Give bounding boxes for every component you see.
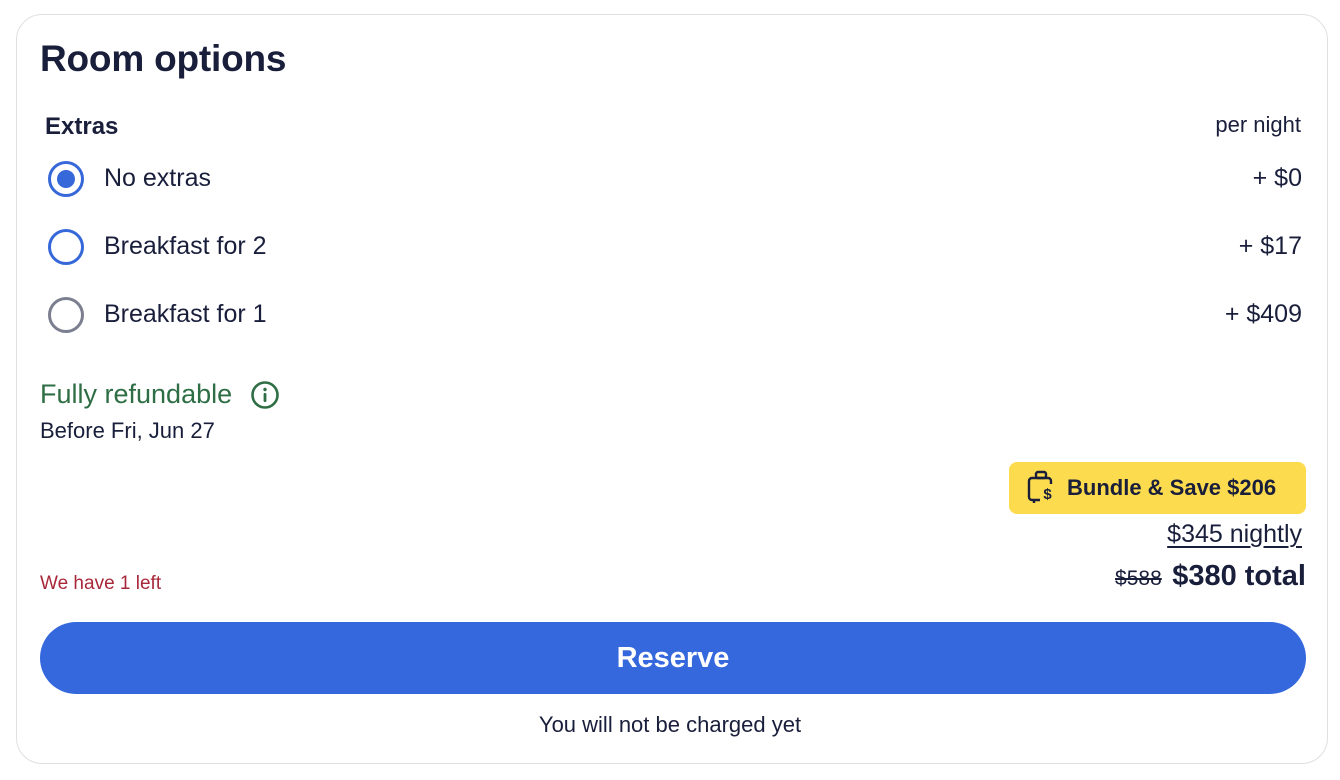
extras-option-breakfast-for-2[interactable]: Breakfast for 2 + $17 (46, 228, 1302, 272)
refund-deadline: Before Fri, Jun 27 (40, 418, 215, 443)
extras-option-breakfast-for-1[interactable]: Breakfast for 1 + $409 (46, 296, 1302, 340)
reserve-button[interactable]: Reserve (40, 622, 1306, 694)
total-price: $380 total (1172, 560, 1306, 592)
radio-button-checked[interactable] (48, 161, 84, 197)
radio-button[interactable] (48, 297, 84, 333)
extras-option-label: Breakfast for 2 (104, 232, 267, 260)
bag-dollar-icon: $ (1027, 470, 1057, 504)
bundle-save-badge: $ Bundle & Save $206 (1009, 462, 1306, 514)
refund-status: Fully refundable (40, 378, 280, 412)
info-icon[interactable] (250, 380, 280, 410)
nightly-price-link[interactable]: $345 nightly (1167, 520, 1302, 549)
svg-text:$: $ (1043, 486, 1052, 503)
total-price-row: $588 $380 total (1115, 560, 1306, 593)
extras-option-price: + $409 (1224, 300, 1302, 328)
extras-heading: Extras (45, 113, 119, 140)
extras-option-price: + $0 (1252, 164, 1302, 192)
rooms-left-alert: We have 1 left (40, 573, 162, 594)
refund-status-label: Fully refundable (40, 379, 233, 410)
bundle-save-label: Bundle & Save $206 (1067, 475, 1277, 500)
extras-option-label: Breakfast for 1 (104, 300, 267, 328)
page-title: Room options (40, 38, 287, 79)
extras-option-price: + $17 (1238, 232, 1302, 260)
price-unit-label: per night (1215, 112, 1301, 137)
radio-button[interactable] (48, 229, 84, 265)
charge-note: You will not be charged yet (538, 712, 802, 737)
extras-option-no-extras[interactable]: No extras + $0 (46, 160, 1302, 204)
extras-option-label: No extras (104, 164, 211, 192)
original-total-price: $588 (1115, 567, 1162, 590)
